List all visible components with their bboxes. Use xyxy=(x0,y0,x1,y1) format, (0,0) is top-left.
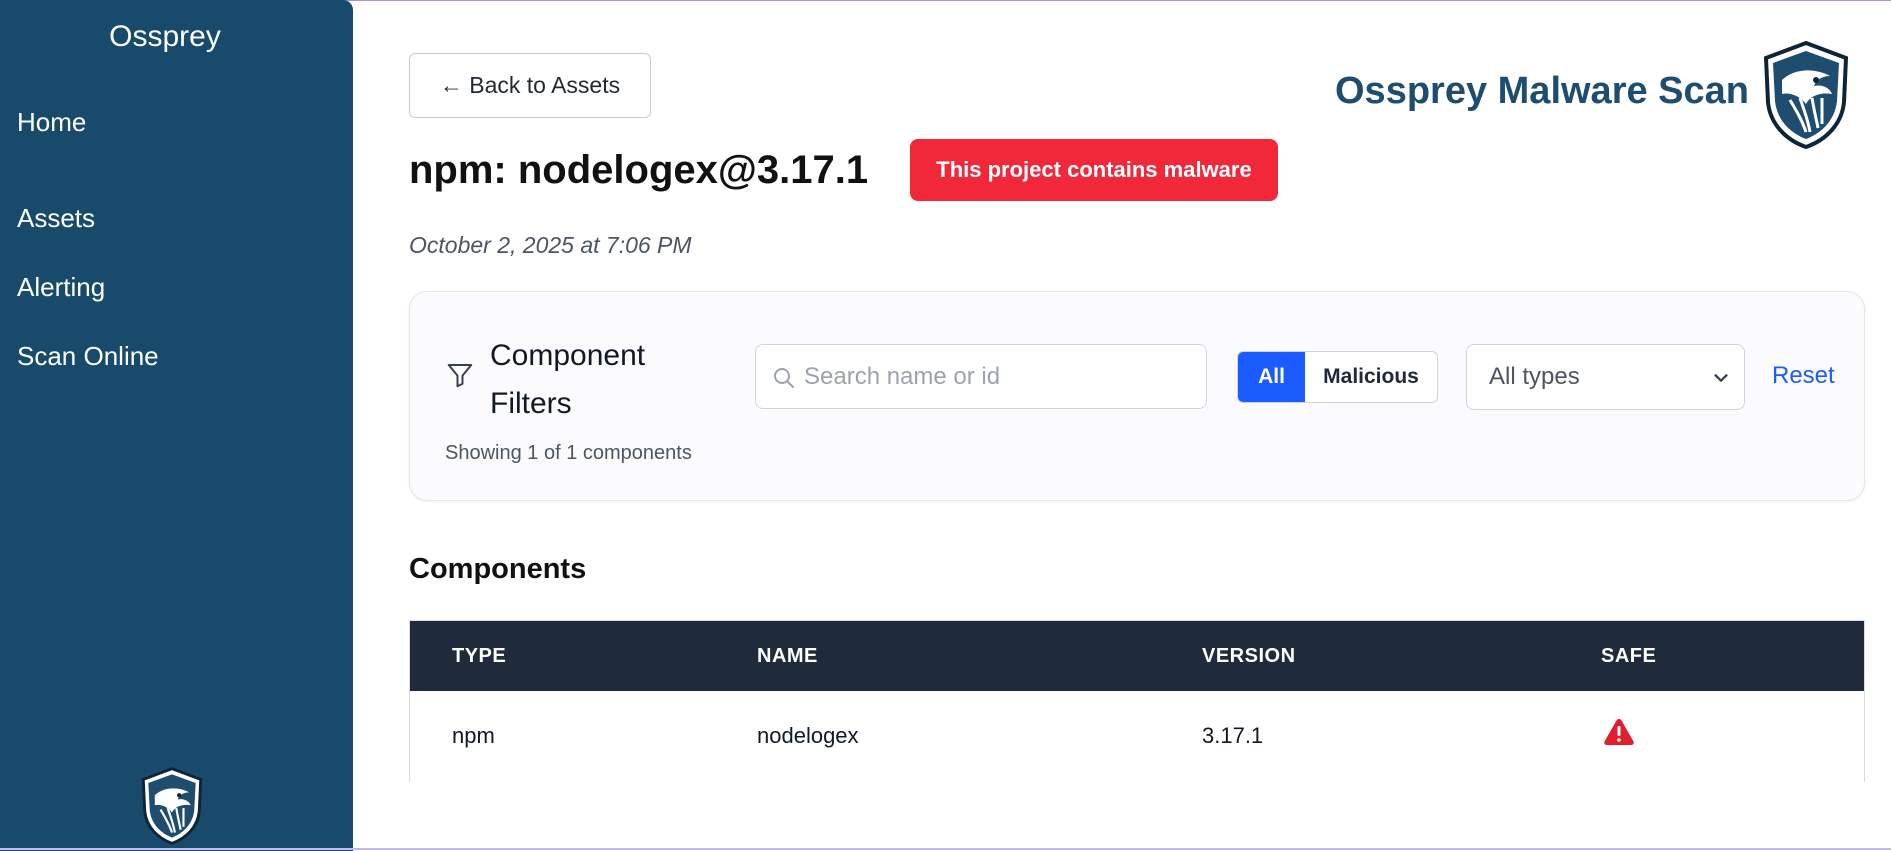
project-title: npm: nodelogex@3.17.1 xyxy=(409,148,869,192)
component-filters-card: Component Filters Showing 1 of 1 compone… xyxy=(409,291,1865,501)
components-count-text: Showing 1 of 1 components xyxy=(445,442,692,464)
malicious-filter-toggle: All Malicious xyxy=(1237,351,1438,403)
type-select[interactable]: All types xyxy=(1466,344,1745,410)
table-header: TYPE NAME VERSION SAFE xyxy=(410,621,1864,691)
table-row[interactable]: npm nodelogex 3.17.1 xyxy=(410,691,1864,782)
cell-name: nodelogex xyxy=(757,723,859,748)
sidebar: Ossprey Home Assets Alerting Scan Online xyxy=(0,0,353,851)
column-header-version: VERSION xyxy=(1202,645,1296,667)
search-box xyxy=(755,344,1207,409)
column-header-safe: SAFE xyxy=(1601,645,1657,667)
malware-status-badge: This project contains malware xyxy=(910,139,1278,201)
components-table: TYPE NAME VERSION SAFE npm nodelogex 3.1… xyxy=(409,620,1865,782)
sidebar-item-alerting[interactable]: Alerting xyxy=(17,272,105,303)
components-heading: Components xyxy=(409,553,587,585)
filter-icon xyxy=(447,364,473,388)
scan-timestamp: October 2, 2025 at 7:06 PM xyxy=(409,232,692,258)
filter-malicious-button[interactable]: Malicious xyxy=(1305,352,1437,402)
back-to-assets-button[interactable]: ← Back to Assets xyxy=(409,53,651,118)
type-select-value: All types xyxy=(1489,363,1580,390)
filter-all-button[interactable]: All xyxy=(1238,352,1305,402)
sidebar-brand: Ossprey xyxy=(109,20,221,53)
cell-type: npm xyxy=(452,723,495,748)
eagle-shield-icon xyxy=(1763,40,1849,150)
page-header-title: Ossprey Malware Scan xyxy=(1335,70,1749,112)
reset-filters-link[interactable]: Reset xyxy=(1772,362,1835,390)
sidebar-item-assets[interactable]: Assets xyxy=(17,203,95,234)
chevron-down-icon xyxy=(1714,374,1728,382)
window-border-bottom xyxy=(0,848,1891,850)
sidebar-item-scan-online[interactable]: Scan Online xyxy=(17,341,159,372)
search-input[interactable] xyxy=(804,345,1194,408)
column-header-name: NAME xyxy=(757,645,818,667)
filters-heading: Component Filters xyxy=(490,339,646,420)
column-header-type: TYPE xyxy=(452,645,507,667)
search-icon xyxy=(774,368,794,388)
eagle-shield-icon xyxy=(141,767,203,845)
cell-version: 3.17.1 xyxy=(1202,723,1264,748)
warning-icon xyxy=(1604,719,1634,745)
sidebar-item-home[interactable]: Home xyxy=(17,107,86,138)
